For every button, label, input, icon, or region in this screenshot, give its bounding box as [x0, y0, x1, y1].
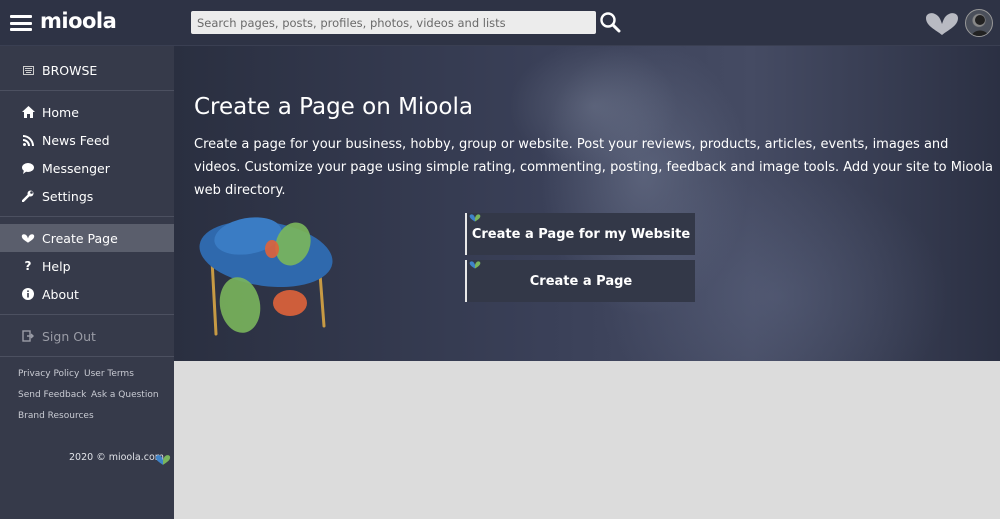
search-icon[interactable] — [599, 11, 621, 33]
sidebar-item-about[interactable]: About — [0, 280, 174, 308]
home-icon — [21, 105, 35, 119]
button-label: Create a Page for my Website — [471, 226, 691, 242]
hero-description: Create a page for your business, hobby, … — [194, 137, 994, 198]
footer-link-privacy-policy[interactable]: Privacy Policy — [18, 369, 79, 379]
logo-text: mioola — [40, 9, 117, 33]
create-page-for-website-button[interactable]: Create a Page for my Website — [465, 213, 695, 255]
footer-link-brand-resources[interactable]: Brand Resources — [18, 411, 94, 421]
content-area — [174, 361, 1000, 519]
sidebar: BROWSE Home News Feed Messenger Settings… — [0, 46, 174, 519]
sidebar-item-label: Help — [42, 258, 71, 274]
sidebar-item-label: Create Page — [42, 230, 118, 246]
create-page-button[interactable]: Create a Page — [465, 260, 695, 302]
divider — [0, 356, 174, 357]
page-title: Create a Page on Mioola — [194, 94, 473, 120]
top-bar: mioola — [0, 0, 1000, 46]
info-icon — [21, 287, 35, 301]
favorites-heart-icon[interactable] — [924, 12, 960, 36]
user-avatar[interactable] — [965, 9, 993, 37]
sidebar-item-label: Settings — [42, 188, 94, 204]
logo[interactable]: mioola — [40, 9, 117, 33]
sidebar-item-settings[interactable]: Settings — [0, 182, 174, 210]
mioola-heart-icon — [469, 212, 481, 222]
sidebar-item-news-feed[interactable]: News Feed — [0, 126, 174, 154]
sidebar-item-messenger[interactable]: Messenger — [0, 154, 174, 182]
sidebar-item-label: News Feed — [42, 132, 110, 148]
sidebar-item-label: BROWSE — [42, 62, 98, 78]
sidebar-item-home[interactable]: Home — [0, 98, 174, 126]
mioola-hat-illustration — [198, 214, 338, 339]
sidebar-item-create-page[interactable]: Create Page — [0, 224, 174, 252]
footer-link-ask-question[interactable]: Ask a Question — [91, 390, 159, 400]
mioola-heart-icon — [155, 451, 171, 470]
divider — [0, 90, 174, 91]
sidebar-item-label: Messenger — [42, 160, 110, 176]
menu-icon[interactable] — [10, 15, 32, 31]
hero-banner: Create a Page on Mioola Create a page fo… — [174, 46, 1000, 361]
button-label: Create a Page — [529, 273, 633, 289]
search-input[interactable] — [191, 11, 596, 34]
sidebar-item-label: Home — [42, 104, 79, 120]
sidebar-item-browse[interactable]: BROWSE — [0, 56, 174, 84]
footer-link-user-terms[interactable]: User Terms — [84, 369, 134, 379]
rss-icon — [21, 133, 35, 147]
footer-link-send-feedback[interactable]: Send Feedback — [18, 390, 86, 400]
heart-icon — [21, 231, 35, 245]
keyboard-icon — [21, 63, 35, 77]
sidebar-item-help[interactable]: ? Help — [0, 252, 174, 280]
sidebar-item-label: Sign Out — [42, 328, 96, 344]
search-box — [191, 11, 596, 34]
sign-out-icon — [21, 329, 35, 343]
chat-icon — [21, 161, 35, 175]
question-icon: ? — [24, 259, 32, 273]
wrench-icon — [21, 189, 35, 203]
divider — [0, 216, 174, 217]
mioola-heart-icon — [469, 259, 481, 269]
sidebar-item-label: About — [42, 286, 79, 302]
divider — [0, 314, 174, 315]
sidebar-item-sign-out[interactable]: Sign Out — [0, 322, 174, 350]
copyright-text: 2020 © mioola.com — [69, 452, 165, 463]
